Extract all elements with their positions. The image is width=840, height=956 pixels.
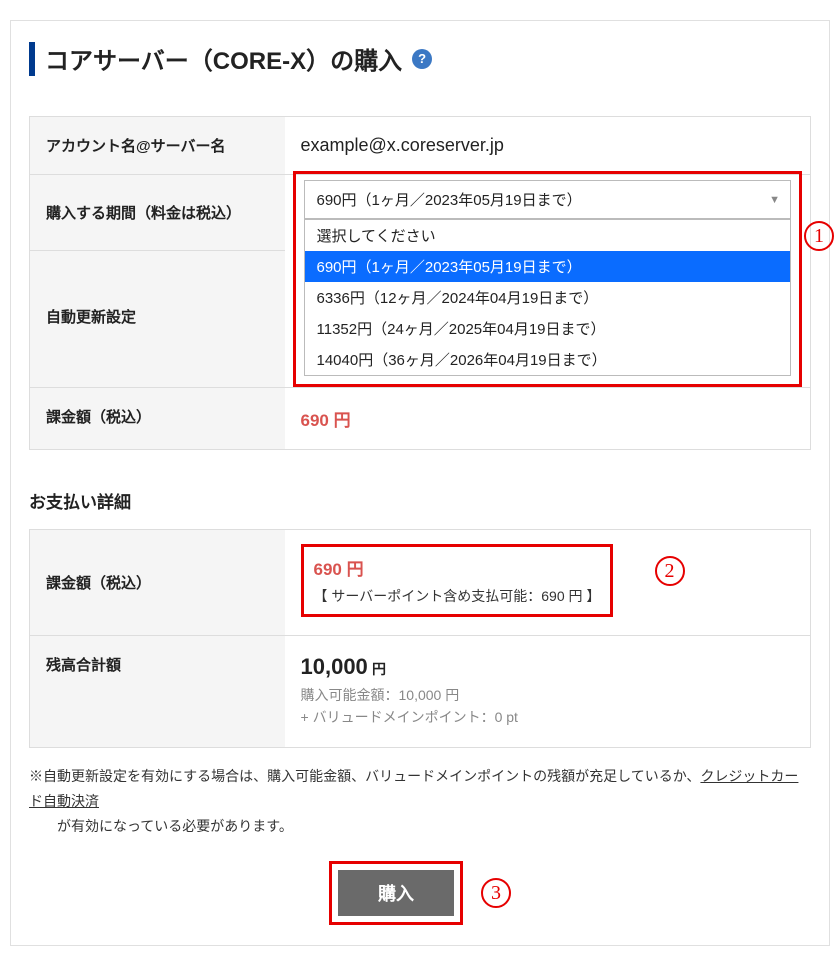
account-value-cell: example@x.coreserver.jp bbox=[285, 117, 811, 175]
note-prefix: ※自動更新設定を有効にする場合は、購入可能金額、バリュードメインポイントの残額が… bbox=[29, 768, 700, 784]
balance-sub-2: + バリュードメインポイント：0 pt bbox=[301, 706, 795, 728]
submit-highlight: 購入 bbox=[329, 861, 463, 925]
bill-label: 課金額（税込） bbox=[30, 388, 285, 450]
page-title-row: コアサーバー（CORE-X）の購入 ? bbox=[29, 41, 811, 76]
chevron-down-icon: ▼ bbox=[769, 194, 780, 206]
annotation-2: 2 bbox=[655, 556, 685, 586]
balance-sub-1: 購入可能金額：10,000 円 bbox=[301, 684, 795, 706]
payment-detail-table: 課金額（税込） 690 円 【 サーバーポイント含め支払可能：690 円 】 2… bbox=[29, 529, 811, 748]
bill2-highlight: 690 円 【 サーバーポイント含め支払可能：690 円 】 bbox=[301, 544, 614, 617]
note-suffix: が有効になっている必要があります。 bbox=[29, 814, 811, 839]
help-icon[interactable]: ? bbox=[412, 49, 432, 69]
balance-sub: 購入可能金額：10,000 円 + バリュードメインポイント：0 pt bbox=[301, 684, 795, 729]
payment-detail-heading: お支払い詳細 bbox=[29, 488, 811, 513]
page-container: コアサーバー（CORE-X）の購入 ? アカウント名@サーバー名 example… bbox=[10, 20, 830, 946]
period-value-cell: 690円（1ヶ月／2023年05月19日まで） ▼ 選択してください 690円（… bbox=[285, 175, 811, 388]
period-select[interactable]: 690円（1ヶ月／2023年05月19日まで） ▼ bbox=[304, 180, 792, 219]
bill2-value: 690 円 bbox=[314, 555, 601, 580]
bill2-label: 課金額（税込） bbox=[30, 530, 285, 636]
bill2-value-cell: 690 円 【 サーバーポイント含め支払可能：690 円 】 2 bbox=[285, 530, 811, 636]
purchase-form-table: アカウント名@サーバー名 example@x.coreserver.jp 購入す… bbox=[29, 116, 811, 450]
balance-value-cell: 10,000 円 購入可能金額：10,000 円 + バリュードメインポイント：… bbox=[285, 636, 811, 748]
title-accent-bar bbox=[29, 42, 35, 76]
server-point-note: 【 サーバーポイント含め支払可能：690 円 】 bbox=[314, 586, 601, 606]
balance-label: 残高合計額 bbox=[30, 636, 285, 748]
period-select-listbox: 選択してください 690円（1ヶ月／2023年05月19日まで） 6336円（1… bbox=[304, 219, 792, 376]
annotation-3: 3 bbox=[481, 878, 511, 908]
balance-value: 10,000 bbox=[301, 654, 368, 679]
period-option-placeholder[interactable]: 選択してください bbox=[305, 220, 791, 251]
page-title: コアサーバー（CORE-X）の購入 bbox=[45, 41, 402, 76]
submit-row: 購入 3 bbox=[29, 861, 811, 925]
period-option-1[interactable]: 690円（1ヶ月／2023年05月19日まで） bbox=[305, 251, 791, 282]
row-account: アカウント名@サーバー名 example@x.coreserver.jp bbox=[30, 117, 811, 175]
account-value: example@x.coreserver.jp bbox=[301, 135, 504, 155]
period-select-value: 690円（1ヶ月／2023年05月19日まで） bbox=[317, 192, 582, 209]
row-bill: 課金額（税込） 690 円 bbox=[30, 388, 811, 450]
balance-unit: 円 bbox=[372, 661, 386, 677]
auto-renew-label: 自動更新設定 bbox=[30, 250, 285, 387]
purchase-button[interactable]: 購入 bbox=[338, 870, 454, 916]
annotation-1: 1 bbox=[804, 221, 834, 251]
bill-value: 690 円 bbox=[301, 411, 351, 430]
auto-renew-note: ※自動更新設定を有効にする場合は、購入可能金額、バリュードメインポイントの残額が… bbox=[29, 764, 811, 840]
row-period: 購入する期間（料金は税込） 690円（1ヶ月／2023年05月19日まで） ▼ … bbox=[30, 175, 811, 251]
period-dropdown-highlight: 690円（1ヶ月／2023年05月19日まで） ▼ 選択してください 690円（… bbox=[293, 171, 803, 387]
period-option-2[interactable]: 6336円（12ヶ月／2024年04月19日まで） bbox=[305, 282, 791, 313]
account-label: アカウント名@サーバー名 bbox=[30, 117, 285, 175]
period-option-4[interactable]: 14040円（36ヶ月／2026年04月19日まで） bbox=[305, 344, 791, 375]
row-bill2: 課金額（税込） 690 円 【 サーバーポイント含め支払可能：690 円 】 2 bbox=[30, 530, 811, 636]
period-label: 購入する期間（料金は税込） bbox=[30, 175, 285, 251]
period-option-3[interactable]: 11352円（24ヶ月／2025年04月19日まで） bbox=[305, 313, 791, 344]
bill-value-cell: 690 円 bbox=[285, 388, 811, 450]
row-balance: 残高合計額 10,000 円 購入可能金額：10,000 円 + バリュードメイ… bbox=[30, 636, 811, 748]
